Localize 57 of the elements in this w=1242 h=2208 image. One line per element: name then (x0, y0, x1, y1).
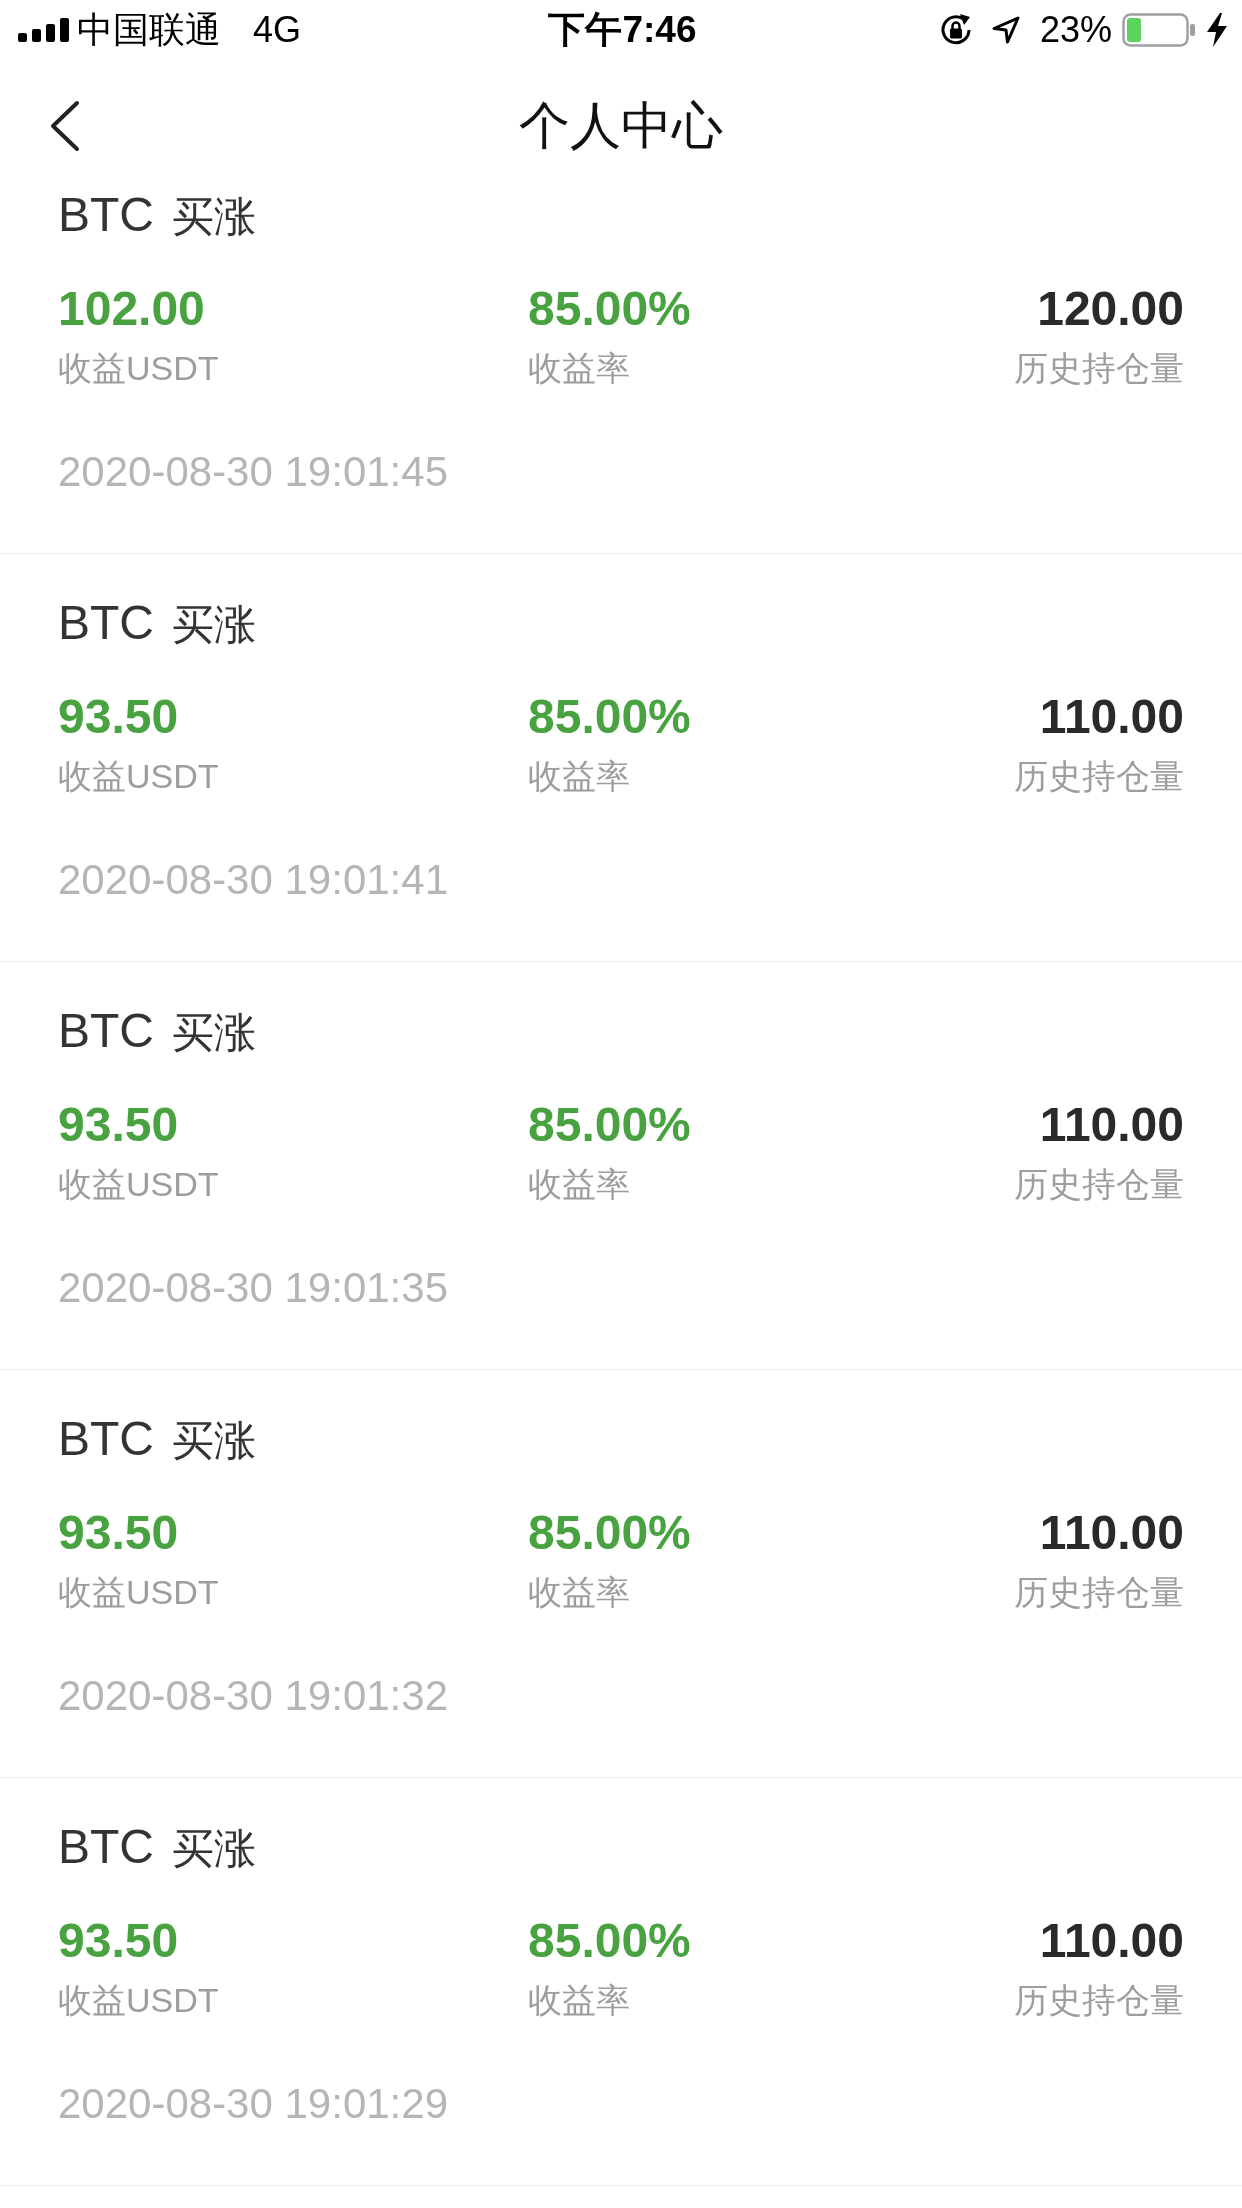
trade-direction: 买涨 (172, 1416, 256, 1466)
position-value: 110.00 (1039, 1913, 1184, 1969)
signal-icon (18, 18, 69, 42)
battery-icon (1122, 13, 1197, 47)
position-value: 120.00 (1037, 281, 1184, 337)
page-title: 个人中心 (519, 96, 723, 156)
profit-label: 收益USDT (58, 756, 219, 797)
trade-time: 2020-08-30 19:01:32 (58, 1671, 448, 1721)
position-label: 历史持仓量 (1014, 756, 1184, 797)
position-label: 历史持仓量 (1014, 348, 1184, 389)
coin-symbol: BTC (58, 192, 154, 243)
position-value: 110.00 (1039, 1097, 1184, 1153)
rotation-lock-icon (938, 13, 973, 47)
rate-label: 收益率 (528, 348, 630, 389)
position-value: 110.00 (1039, 1505, 1184, 1561)
rate-label: 收益率 (528, 1980, 630, 2021)
rate-value: 85.00% (528, 1913, 691, 1969)
battery-percent: 23% (1039, 9, 1112, 51)
profit-value: 93.50 (58, 1097, 179, 1153)
profit-label: 收益USDT (58, 1980, 219, 2021)
coin-symbol: BTC (58, 595, 154, 651)
charging-bolt-icon (1207, 13, 1227, 47)
back-button[interactable] (48, 100, 80, 152)
profit-label: 收益USDT (58, 1572, 219, 1613)
trade-time: 2020-08-30 19:01:41 (58, 855, 448, 905)
position-label: 历史持仓量 (1014, 1164, 1184, 1205)
profit-value: 93.50 (58, 1913, 179, 1969)
rate-label: 收益率 (528, 1164, 630, 1205)
clock-time: 下午7:46 (548, 9, 697, 51)
trade-time: 2020-08-30 19:01:29 (58, 2079, 448, 2129)
rate-value: 85.00% (528, 281, 691, 337)
rate-value: 85.00% (528, 1097, 691, 1153)
trade-direction: 买涨 (172, 192, 256, 242)
position-value: 110.00 (1039, 689, 1184, 745)
back-chevron-icon (48, 100, 80, 152)
rate-label: 收益率 (528, 1572, 630, 1613)
profit-label: 收益USDT (58, 1164, 219, 1205)
profit-value: 93.50 (58, 1505, 179, 1561)
rate-label: 收益率 (528, 756, 630, 797)
trade-time: 2020-08-30 19:01:35 (58, 1263, 448, 1313)
trade-direction: 买涨 (172, 600, 256, 650)
profit-label: 收益USDT (58, 348, 219, 389)
coin-symbol: BTC (58, 1411, 154, 1467)
trade-direction: 买涨 (172, 1824, 256, 1874)
location-arrow-icon (990, 15, 1021, 45)
trade-time: 2020-08-30 19:01:45 (58, 447, 448, 497)
rate-value: 85.00% (528, 689, 691, 745)
position-label: 历史持仓量 (1014, 1572, 1184, 1613)
position-label: 历史持仓量 (1014, 1980, 1184, 2021)
profit-value: 93.50 (58, 689, 179, 745)
carrier-name: 中国联通 (77, 9, 221, 51)
network-type: 4G (253, 9, 302, 51)
profit-value: 102.00 (58, 281, 205, 337)
coin-symbol: BTC (58, 1003, 154, 1059)
coin-symbol: BTC (58, 1819, 154, 1875)
rate-value: 85.00% (528, 1505, 691, 1561)
trade-direction: 买涨 (172, 1008, 256, 1058)
